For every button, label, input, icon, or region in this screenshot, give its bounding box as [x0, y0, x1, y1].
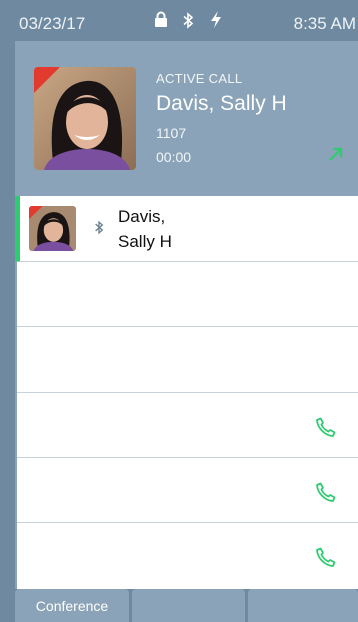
phone-call-icon[interactable] [314, 545, 338, 569]
active-call-label: ACTIVE CALL [156, 71, 243, 86]
line-row[interactable] [17, 458, 358, 523]
contact-photo [29, 206, 76, 251]
call-timer: 00:00 [156, 149, 192, 165]
contact-name: Davis, Sally H [118, 207, 172, 251]
lock-icon [154, 11, 168, 33]
conference-softkey[interactable]: Conference [15, 589, 129, 622]
softkey-2[interactable] [132, 589, 245, 622]
outgoing-arrow-icon [328, 146, 344, 167]
status-time: 8:35 AM [293, 14, 356, 33]
bluetooth-icon [94, 220, 104, 240]
status-date: 03/23/17 [19, 14, 86, 33]
phone-screen: 03/23/17 8:35 AM ACTIVE CALL Davis, Sall… [15, 0, 358, 622]
caller-extension: 1107 [156, 125, 187, 141]
call-list-item[interactable]: Davis, Sally H [15, 196, 358, 262]
phone-call-icon[interactable] [314, 480, 338, 504]
active-call-panel[interactable]: ACTIVE CALL Davis, Sally H 1107 00:00 [15, 41, 358, 196]
caller-name: Davis, Sally H [156, 92, 287, 115]
softkey-3[interactable] [248, 589, 358, 622]
empty-line-row[interactable] [17, 262, 358, 327]
status-bar: 03/23/17 8:35 AM [15, 0, 358, 41]
phone-call-icon[interactable] [314, 415, 338, 439]
line-row[interactable] [17, 393, 358, 458]
empty-line-row[interactable] [17, 327, 358, 393]
call-list: Davis, Sally H [15, 196, 358, 590]
power-icon [209, 10, 223, 34]
caller-photo [34, 67, 136, 170]
bluetooth-icon [182, 12, 194, 34]
softkey-bar: Conference [15, 589, 358, 622]
line-row[interactable] [17, 523, 358, 590]
